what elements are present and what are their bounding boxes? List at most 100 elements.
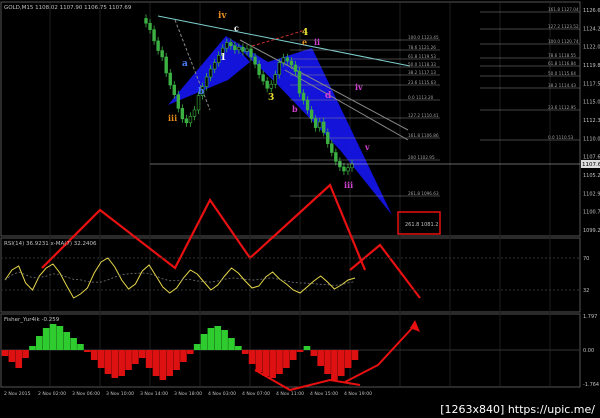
fisher-bar xyxy=(166,350,174,376)
price-tick-label: 1107.6 xyxy=(583,155,600,161)
fisher-bar xyxy=(104,350,112,374)
price-tick-label: 1105.2 xyxy=(583,173,600,179)
fisher-bar xyxy=(255,350,263,372)
fisher-bar xyxy=(1,350,9,356)
candle-body xyxy=(285,57,290,62)
fisher-bar xyxy=(90,350,98,360)
fisher-bar xyxy=(269,350,276,378)
candle-body xyxy=(192,109,197,117)
fib-label: 200 1102.95 xyxy=(408,155,435,160)
rsi-tick-label: 32 xyxy=(583,288,589,294)
candle-body xyxy=(204,76,209,87)
candle-body xyxy=(330,143,334,153)
fisher-bar xyxy=(303,346,311,350)
fib-label-right: 50.0 1115.64 xyxy=(548,71,576,76)
fisher-bar xyxy=(228,338,235,350)
candle-body xyxy=(176,94,181,109)
price-tick-label: 1100.7 xyxy=(583,210,600,216)
fisher-bar xyxy=(42,328,50,350)
fisher-tick-label: 0.00 xyxy=(583,348,594,354)
wave-label: 3 xyxy=(268,93,274,103)
fisher-bar xyxy=(221,330,228,350)
wave-label: v xyxy=(364,142,370,152)
candle-body xyxy=(293,64,298,72)
fisher-bar xyxy=(173,350,180,370)
fisher-bar xyxy=(125,350,132,370)
candle-body xyxy=(322,121,326,133)
wave-label: iv xyxy=(355,82,363,92)
fisher-bar xyxy=(70,338,77,350)
fib-label: 61.8 1119.53 xyxy=(408,54,436,59)
wave-label: iv xyxy=(218,11,227,21)
candle-body xyxy=(350,163,354,169)
wave-label: iii xyxy=(344,180,353,190)
fisher-bar xyxy=(262,350,270,376)
time-tick-label: 3 Nov 06:00 xyxy=(72,391,100,397)
candle-body xyxy=(297,71,302,94)
price-tick-label: 1124.2 xyxy=(583,26,600,32)
fisher-bar xyxy=(283,350,290,368)
wave-label: iii xyxy=(168,113,177,123)
fisher-tick-label: -1.764 xyxy=(583,382,599,388)
candle-body xyxy=(277,62,281,75)
target-box-label: 261.8 1081.2 xyxy=(405,222,438,228)
fisher-bar xyxy=(15,350,23,368)
price-tick-label: 1102.9 xyxy=(583,191,600,197)
fisher-bar xyxy=(276,350,283,374)
fib-label-right: 23.6 1112.95 xyxy=(548,105,576,110)
price-tick-label: 1115.0 xyxy=(583,100,600,106)
fisher-bar xyxy=(118,350,125,376)
candle-body xyxy=(152,29,156,42)
fib-label: 100.0 1123.45 xyxy=(408,35,439,40)
fib-label-right: 100.0 1120.74 xyxy=(548,39,579,44)
price-tick-label: 1099.2 xyxy=(583,228,600,234)
fisher-bar xyxy=(214,326,222,350)
fisher-bar xyxy=(138,350,146,358)
fisher-bar xyxy=(145,350,153,368)
fisher-bar xyxy=(29,346,36,350)
time-tick-label: 4 Nov 07:00 xyxy=(242,391,270,397)
fib-label-right: 78.6 1118.55 xyxy=(548,53,576,58)
candle-body xyxy=(180,108,185,120)
fib-label: 0.0 1113.20 xyxy=(408,95,434,100)
fib-label: 23.6 1115.63 xyxy=(408,80,436,85)
candle-body xyxy=(257,63,261,75)
candle-body xyxy=(249,48,253,58)
candle-body xyxy=(172,84,176,96)
time-tick-label: 4 Nov 19:00 xyxy=(344,391,372,397)
candle-body xyxy=(241,47,245,52)
wave-label: d xyxy=(325,91,332,101)
price-panel-title: GOLD,M15 1108.02 1107.90 1106.75 1107.69 xyxy=(4,5,132,11)
fisher-bar xyxy=(200,334,208,350)
candle-body xyxy=(164,56,168,74)
time-tick-label: 4 Nov 03:00 xyxy=(208,391,236,397)
fisher-bar xyxy=(186,350,194,354)
candle-body xyxy=(261,74,265,82)
candle-body xyxy=(309,109,314,120)
price-tick-label: 1117.5 xyxy=(583,81,600,87)
time-tick-label: 4 Nov 15:00 xyxy=(310,391,338,397)
time-tick-label: 4 Nov 11:00 xyxy=(276,391,304,397)
wave-label: c xyxy=(234,23,239,33)
candle-body xyxy=(208,68,213,78)
fisher-bar xyxy=(84,350,91,352)
time-axis: 2 Nov 2015 2 Nov 02:00 3 Nov 06:00 3 Nov 10… xyxy=(4,391,372,397)
candle-body xyxy=(313,118,318,128)
candle-body xyxy=(326,132,330,144)
candle-body xyxy=(196,95,201,111)
time-tick-label: 2 Nov 02:00 xyxy=(38,391,66,397)
fib-label: 161.8 1106.86 xyxy=(408,133,439,138)
fisher-bar xyxy=(63,332,71,350)
fib-label-right: 38.2 1114.43 xyxy=(548,83,576,88)
fisher-bar xyxy=(207,328,215,350)
wave-label: b xyxy=(292,104,298,114)
fisher-bar xyxy=(235,346,242,350)
price-tick-label: 1119.8 xyxy=(583,63,600,69)
fib-label-right: 127.2 1123.52 xyxy=(548,24,579,29)
candle-body xyxy=(237,47,241,51)
candle-body xyxy=(301,92,306,101)
price-tick-label: 1126.6 xyxy=(583,8,600,14)
wave-label: 1 xyxy=(220,53,226,63)
fisher-bar xyxy=(36,336,43,350)
watermark: [1263x840] https://upic.me/ xyxy=(437,402,598,417)
